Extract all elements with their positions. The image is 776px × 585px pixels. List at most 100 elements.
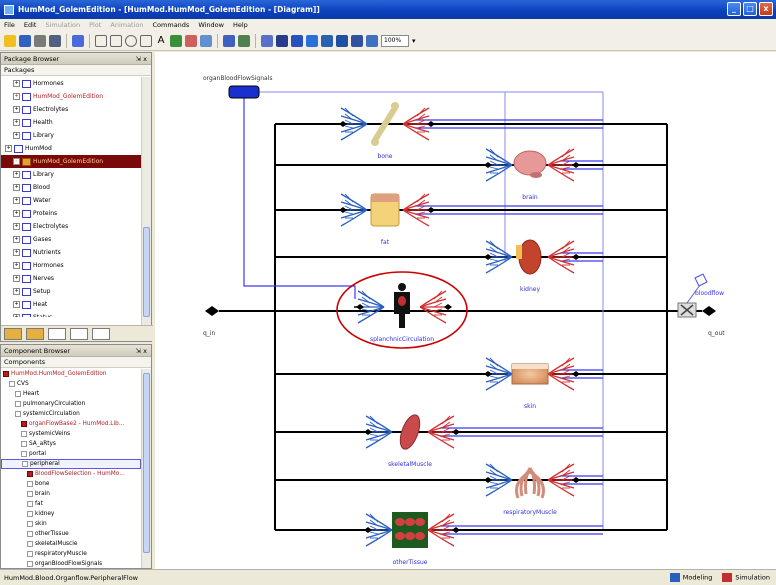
package-tree-item[interactable]: + Proteins	[1, 207, 141, 220]
package-tree-item[interactable]: + Status	[1, 311, 141, 317]
component-tree-item[interactable]: organBloodFlowSignals	[1, 559, 141, 567]
q-in-connector[interactable]	[205, 306, 219, 316]
package-tree-item[interactable]: + Nutrients	[1, 246, 141, 259]
expand-icon[interactable]: +	[13, 80, 20, 87]
component-tree-item[interactable]: Heart	[1, 389, 141, 399]
component-node-icon[interactable]	[21, 451, 27, 457]
check-icon[interactable]	[72, 34, 84, 47]
expand-icon[interactable]: +	[13, 184, 20, 191]
expand-icon[interactable]: +	[13, 119, 20, 126]
expand-icon[interactable]: +	[13, 106, 20, 113]
component-node-icon[interactable]	[27, 521, 33, 527]
title-bar[interactable]: HumMod_GolemEdition - [HumMod.HumMod_Gol…	[0, 0, 776, 19]
panel-pin-close[interactable]: ⇲ x	[136, 345, 147, 357]
zoom-select[interactable]: 100%	[381, 34, 409, 47]
zoom-dropdown-icon[interactable]: ▾	[412, 37, 416, 45]
component-node-icon[interactable]	[27, 471, 33, 477]
organ-block-kidney[interactable]: kidney	[482, 239, 580, 293]
organ-out-port[interactable]	[572, 477, 580, 483]
connect-mode-icon[interactable]	[261, 34, 273, 47]
package-action-new[interactable]	[4, 327, 22, 340]
package-tree-item[interactable]: + Electrolytes	[1, 103, 141, 116]
expand-icon[interactable]: +	[13, 197, 20, 204]
menu-commands[interactable]: Commands	[153, 21, 190, 29]
component-node-icon[interactable]	[21, 431, 27, 437]
package-action-nav[interactable]	[92, 327, 110, 340]
organ-block-splanchnic[interactable]: splanchnicCirculation	[354, 283, 452, 343]
component-node-icon[interactable]	[21, 441, 27, 447]
color-tool-icon[interactable]	[185, 34, 197, 47]
organ-block-other[interactable]: otherTissue	[362, 512, 460, 566]
menu-animation[interactable]: Animation	[110, 21, 143, 29]
component-node-icon[interactable]	[27, 491, 33, 497]
component-node-icon[interactable]	[27, 501, 33, 507]
package-tree-item[interactable]: + Heat	[1, 298, 141, 311]
component-tree-item[interactable]: systemicCirculation	[1, 409, 141, 419]
expand-icon[interactable]: +	[13, 288, 20, 295]
organ-out-port[interactable]	[444, 304, 452, 310]
expand-icon[interactable]: +	[13, 223, 20, 230]
component-node-icon[interactable]	[9, 381, 15, 387]
save-icon[interactable]	[19, 34, 31, 47]
expand-icon[interactable]: +	[13, 210, 20, 217]
component-tree-item[interactable]: peripheral	[1, 459, 141, 469]
component-tree-item[interactable]: skeletalMuscle	[1, 539, 141, 549]
organ-block-fat[interactable]: fat	[337, 193, 435, 246]
menu-file[interactable]: File	[4, 21, 15, 29]
component-node-icon[interactable]	[27, 551, 33, 557]
organ-out-port[interactable]	[452, 429, 460, 435]
modeling-tab[interactable]: Modeling	[669, 573, 712, 582]
component-tree-item[interactable]: organFlowBase2 - HumMod.Lib...	[1, 419, 141, 429]
line-tool-icon[interactable]	[95, 34, 107, 47]
organ-out-port[interactable]	[452, 527, 460, 533]
print-icon[interactable]	[34, 34, 46, 47]
properties-icon[interactable]	[351, 34, 363, 47]
polygon-tool-icon[interactable]	[140, 34, 152, 47]
zoom-icon[interactable]	[366, 34, 378, 47]
diagram-view-icon[interactable]	[223, 34, 235, 47]
diagram-svg[interactable]: bone brain fat kidney splanchnicCirculation s…	[155, 52, 776, 569]
component-node-icon[interactable]	[15, 411, 21, 417]
menu-help[interactable]: Help	[233, 21, 248, 29]
remove-icon[interactable]	[306, 34, 318, 47]
component-node-icon[interactable]	[3, 371, 9, 377]
rectangle-tool-icon[interactable]	[110, 34, 122, 47]
component-node-icon[interactable]	[27, 481, 33, 487]
icon-view-icon[interactable]	[238, 34, 250, 47]
organ-out-port[interactable]	[572, 254, 580, 260]
component-tree-item[interactable]: fat	[1, 499, 141, 509]
expand-icon[interactable]: +	[13, 171, 20, 178]
component-scrollbar[interactable]	[141, 369, 151, 568]
component-tree-item[interactable]: brain	[1, 489, 141, 499]
new-icon[interactable]	[4, 34, 16, 47]
expand-icon[interactable]: +	[13, 236, 20, 243]
bloodflow-output-icon[interactable]	[694, 273, 708, 287]
component-tree-item[interactable]: BloodFlowSelection - HumMo...	[1, 469, 141, 479]
component-node-icon[interactable]	[27, 511, 33, 517]
component-node-icon[interactable]	[27, 561, 33, 567]
component-tree-item[interactable]: pulmonaryCirculation	[1, 399, 141, 409]
expand-icon[interactable]: +	[13, 158, 20, 165]
maximize-button[interactable]: □	[743, 2, 757, 16]
organ-block-respiratory[interactable]: respiratoryMuscle	[482, 463, 580, 516]
panel-pin-close[interactable]: ⇲ x	[136, 53, 147, 65]
package-tree-item[interactable]: + HumMod	[1, 142, 141, 155]
package-tree-item[interactable]: + Setup	[1, 285, 141, 298]
q-out-connector[interactable]	[702, 306, 716, 316]
add-icon[interactable]	[291, 34, 303, 47]
organ-block-skin[interactable]: skin	[482, 357, 580, 410]
scroll-thumb[interactable]	[143, 373, 150, 553]
package-tree-item[interactable]: + HumMod_GolemEdition	[1, 155, 141, 168]
close-button[interactable]: x	[759, 2, 773, 16]
package-action-add[interactable]	[70, 327, 88, 340]
expand-icon[interactable]: +	[5, 145, 12, 152]
package-action-up[interactable]	[48, 327, 66, 340]
component-tree-item[interactable]: bone	[1, 479, 141, 489]
expand-icon[interactable]: +	[13, 275, 20, 282]
component-tree-item[interactable]: skin	[1, 519, 141, 529]
organ-out-port[interactable]	[572, 371, 580, 377]
component-tree-item[interactable]: systemicVeins	[1, 429, 141, 439]
ellipse-tool-icon[interactable]	[125, 34, 137, 47]
signal-bus-connector[interactable]	[228, 85, 260, 99]
simulation-tab[interactable]: Simulation	[722, 573, 770, 582]
